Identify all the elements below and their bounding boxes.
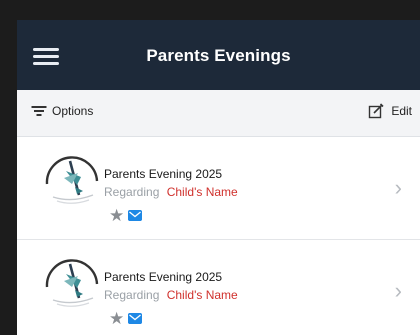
list-item[interactable]: Parents Evening 2025 Regarding Child's N… xyxy=(17,240,420,335)
device-frame: Parents Evenings Options Edit Parents Ev… xyxy=(0,0,420,335)
edit-button[interactable]: Edit xyxy=(368,103,412,119)
row-badges: ★ xyxy=(109,310,143,327)
row-badges: ★ xyxy=(109,207,143,224)
event-list: Parents Evening 2025 Regarding Child's N… xyxy=(17,137,420,335)
regarding-label: Regarding xyxy=(104,185,160,199)
mail-icon[interactable] xyxy=(128,313,143,324)
star-icon[interactable]: ★ xyxy=(109,310,124,327)
event-title: Parents Evening 2025 xyxy=(104,270,223,284)
nav-header: Parents Evenings xyxy=(17,20,420,90)
regarding-label: Regarding xyxy=(104,288,160,302)
star-icon[interactable]: ★ xyxy=(109,207,124,224)
options-label: Options xyxy=(52,104,94,118)
options-button[interactable]: Options xyxy=(31,104,93,118)
edit-icon xyxy=(369,103,384,119)
edit-label: Edit xyxy=(391,104,412,118)
regarding-line: Regarding Child's Name xyxy=(104,185,238,199)
event-title: Parents Evening 2025 xyxy=(104,167,223,181)
child-name: Child's Name xyxy=(166,185,238,199)
regarding-line: Regarding Child's Name xyxy=(104,288,238,302)
school-logo-icon xyxy=(45,156,99,204)
filter-icon xyxy=(31,105,47,117)
page-title: Parents Evenings xyxy=(146,46,291,65)
app-screen: Parents Evenings Options Edit Parents Ev… xyxy=(17,20,420,335)
chevron-right-icon: › xyxy=(394,278,402,303)
school-logo-icon xyxy=(45,259,99,307)
list-item[interactable]: Parents Evening 2025 Regarding Child's N… xyxy=(17,137,420,240)
mail-icon[interactable] xyxy=(128,210,143,221)
toolbar: Options Edit xyxy=(17,90,420,137)
child-name: Child's Name xyxy=(166,288,238,302)
chevron-right-icon: › xyxy=(394,175,402,200)
